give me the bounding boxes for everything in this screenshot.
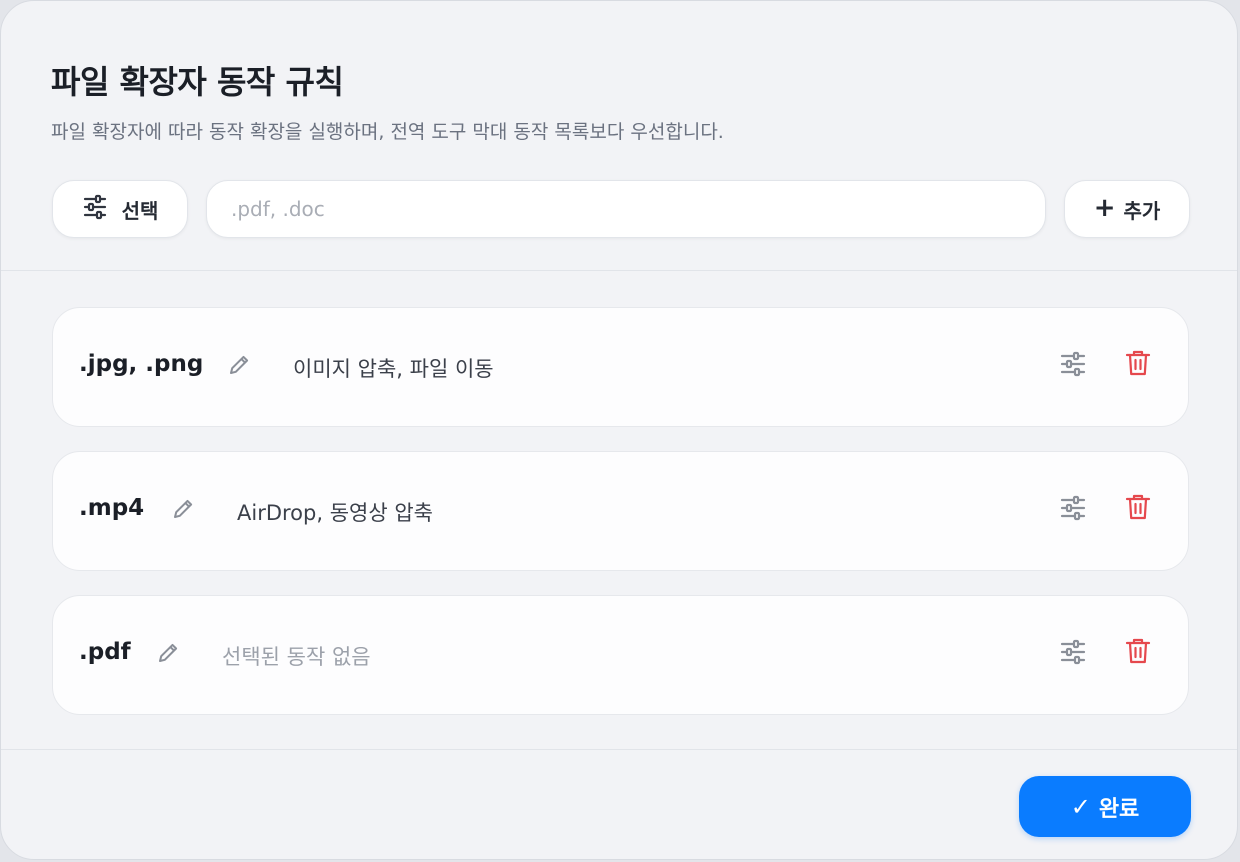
- rule-actions-text: AirDrop, 동영상 압축: [237, 501, 433, 525]
- pencil-icon[interactable]: [171, 497, 195, 521]
- add-rule-button[interactable]: + 추가: [1064, 180, 1190, 238]
- rule-actions-text: 선택된 동작 없음: [222, 645, 371, 669]
- sliders-icon[interactable]: [1059, 638, 1087, 666]
- select-actions-button[interactable]: 선택: [52, 180, 188, 238]
- dialog-footer: ✓ 완료: [1, 749, 1237, 859]
- sliders-icon[interactable]: [1059, 494, 1087, 522]
- done-button[interactable]: ✓ 완료: [1019, 776, 1191, 837]
- sliders-icon[interactable]: [1059, 350, 1087, 378]
- checkmark-icon: ✓: [1070, 792, 1091, 821]
- rule-actions-text: 이미지 압축, 파일 이동: [293, 357, 494, 381]
- rule-extensions: .mp4: [79, 495, 145, 521]
- select-button-label: 선택: [121, 198, 159, 223]
- pencil-icon[interactable]: [227, 353, 251, 377]
- dialog-title: 파일 확장자 동작 규칙: [51, 63, 344, 101]
- dialog-header: 파일 확장자 동작 규칙 파일 확장자에 따라 동작 확장을 실행하며, 전역 …: [1, 1, 1237, 271]
- rule-extensions: .jpg, .png: [79, 351, 204, 377]
- rule-row: .mp4 AirDrop, 동영상 압축: [52, 451, 1189, 571]
- rule-row: .pdf 선택된 동작 없음: [52, 595, 1189, 715]
- add-button-label: 추가: [1123, 198, 1161, 223]
- pencil-icon[interactable]: [156, 641, 180, 665]
- trash-icon[interactable]: [1125, 493, 1151, 521]
- rule-row: .jpg, .png 이미지 압축, 파일 이동: [52, 307, 1189, 427]
- plus-icon: +: [1093, 193, 1116, 223]
- rule-list: .jpg, .png 이미지 압축, 파일 이동 .mp4 AirDrop, 동…: [1, 272, 1237, 749]
- extension-rules-dialog: 파일 확장자 동작 규칙 파일 확장자에 따라 동작 확장을 실행하며, 전역 …: [0, 0, 1238, 860]
- dialog-subtitle: 파일 확장자에 따라 동작 확장을 실행하며, 전역 도구 막대 동작 목록보다…: [51, 121, 724, 143]
- done-button-label: 완료: [1098, 796, 1140, 822]
- trash-icon[interactable]: [1125, 349, 1151, 377]
- trash-icon[interactable]: [1125, 637, 1151, 665]
- sliders-icon: [82, 194, 108, 224]
- rule-extensions: .pdf: [79, 639, 131, 665]
- extension-input[interactable]: [206, 180, 1046, 238]
